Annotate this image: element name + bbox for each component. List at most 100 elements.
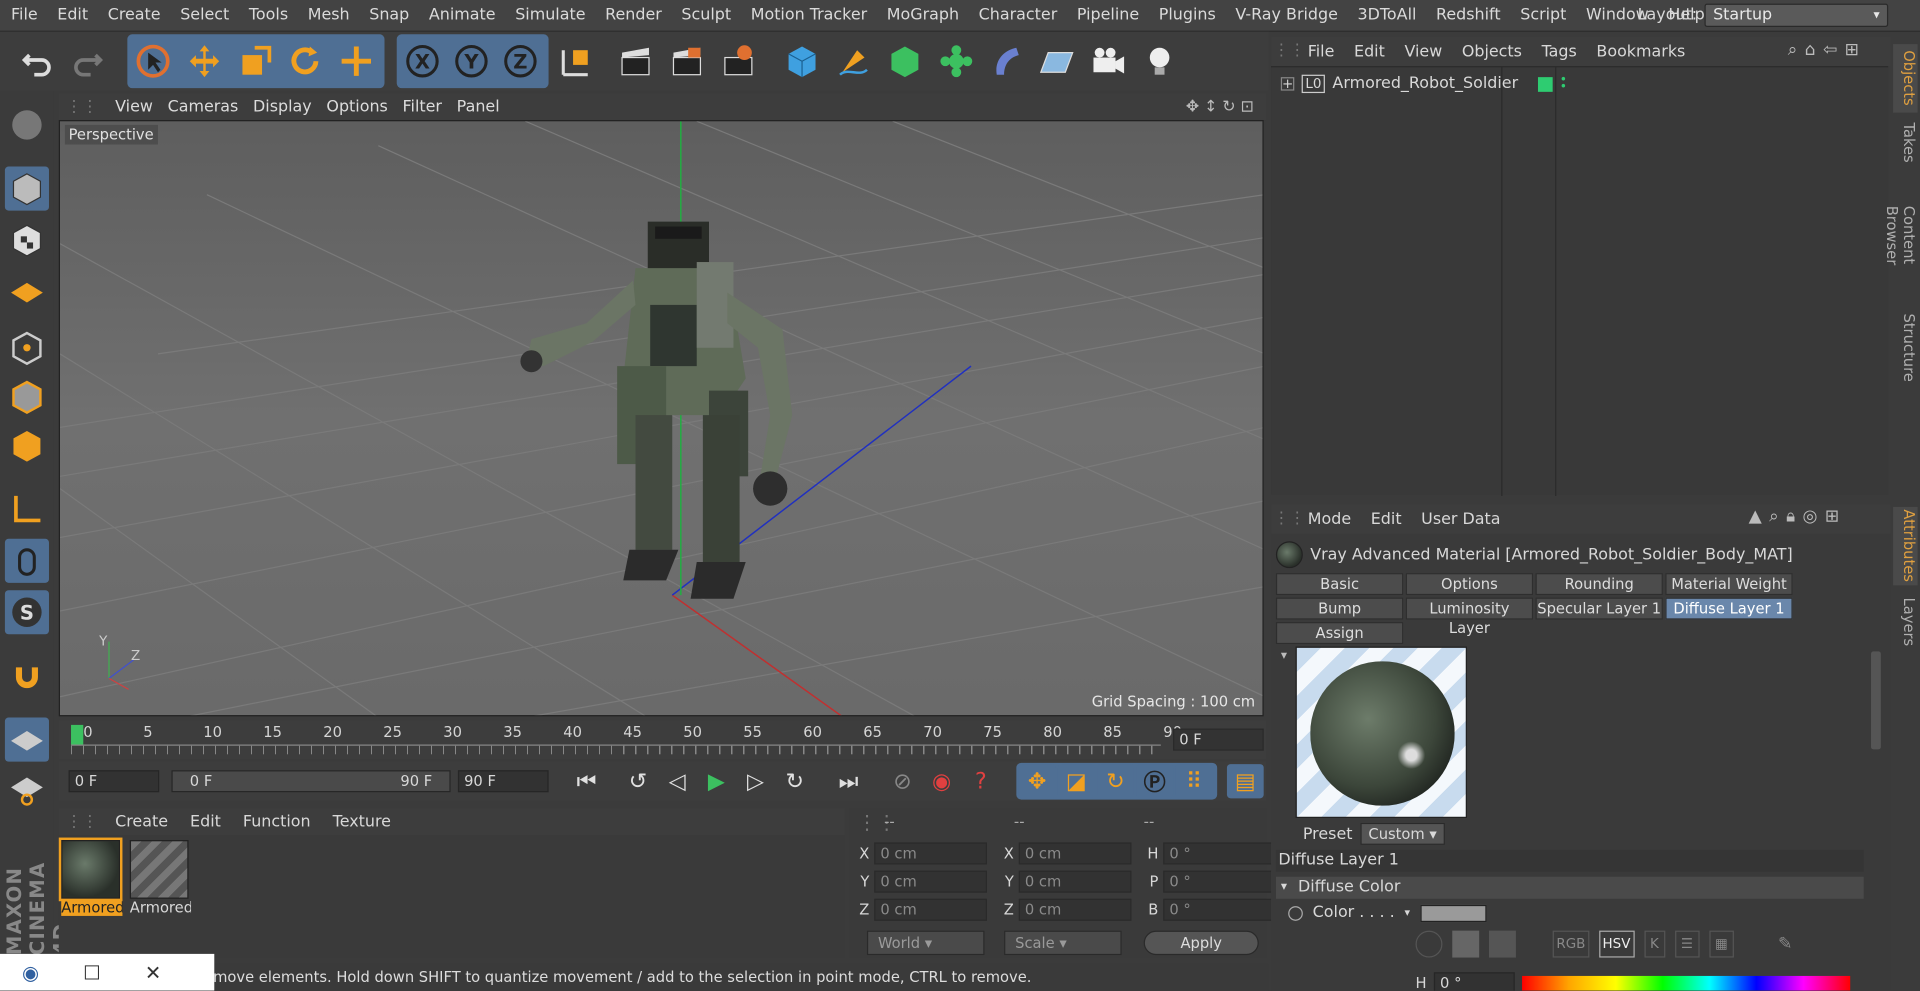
go-to-start-button[interactable]: ⏮	[568, 764, 605, 798]
menu-tools[interactable]: Tools	[239, 6, 298, 24]
menu-file[interactable]: File	[0, 6, 47, 24]
points-mode-button[interactable]	[5, 326, 49, 370]
coordinate-field[interactable]: 0 °	[1163, 898, 1276, 921]
collapse-arrow-icon[interactable]: ▾	[1281, 649, 1287, 662]
cube-button[interactable]	[779, 38, 826, 85]
coordinate-mode-dropdown[interactable]: World ▾	[866, 930, 985, 956]
viewport-menu-filter[interactable]: Filter	[403, 97, 457, 115]
new-panel-icon[interactable]: ⊞	[1825, 507, 1839, 527]
playhead-marker[interactable]	[71, 724, 84, 745]
light-button[interactable]	[1136, 38, 1183, 85]
z-axis-button[interactable]: Z	[497, 38, 544, 85]
color-swatch[interactable]	[1419, 904, 1486, 922]
coordinate-field[interactable]: 0 °	[1163, 842, 1276, 865]
frame-range-slider[interactable]: 0 F 90 F	[171, 770, 451, 793]
material-swatch-2[interactable]: Armored	[129, 840, 191, 921]
tab-options[interactable]: Options	[1405, 573, 1534, 596]
animate-radio-icon[interactable]	[1288, 905, 1303, 921]
perspective-viewport[interactable]: Y Z Perspective Grid Spacing : 100 cm	[58, 120, 1264, 717]
maximize-button[interactable]: ☐	[61, 961, 122, 984]
render-view-button[interactable]	[612, 38, 659, 85]
tab-luminosity-layer[interactable]: Luminosity Layer	[1405, 597, 1534, 637]
swatches-icon[interactable]: ▦	[1708, 930, 1734, 958]
make-editable-button[interactable]	[5, 103, 49, 147]
camera-button[interactable]	[1085, 38, 1132, 85]
material-preview[interactable]	[1295, 646, 1467, 818]
material-menu-edit[interactable]: Edit	[190, 812, 243, 830]
menu-mesh[interactable]: Mesh	[298, 6, 360, 24]
tab-bump[interactable]: Bump	[1275, 597, 1404, 620]
key-pla-button[interactable]: ⠿	[1175, 764, 1213, 799]
coordinate-field[interactable]: 0 cm	[1018, 870, 1132, 893]
viewport-menu-options[interactable]: Options	[326, 97, 402, 115]
search-icon[interactable]: ⌕	[1788, 40, 1798, 60]
tab-diffuse-layer-1[interactable]: Diffuse Layer 1	[1665, 597, 1793, 620]
scale-tool-button[interactable]	[233, 38, 280, 85]
objects-menu-edit[interactable]: Edit	[1354, 42, 1404, 60]
visibility-dots-icon[interactable]: • •	[1560, 73, 1567, 93]
render-to-picture-viewer-button[interactable]	[664, 38, 711, 85]
hue-slider[interactable]	[1522, 975, 1851, 991]
coordinate-field[interactable]: 0 cm	[874, 898, 987, 921]
back-icon[interactable]: ⇦	[1823, 40, 1837, 60]
diffuse-color-group[interactable]: ▾ Diffuse Color	[1275, 876, 1864, 899]
transform-tool-button[interactable]	[333, 38, 380, 85]
timeline-ruler[interactable]: 051015202530354045505560657075808590 0 F	[58, 720, 1267, 760]
menu-simulate[interactable]: Simulate	[505, 6, 595, 24]
expand-icon[interactable]: +	[1280, 77, 1295, 91]
texture-mode-button[interactable]	[5, 218, 49, 262]
select-tool-button[interactable]	[130, 38, 177, 85]
end-frame-field[interactable]: 90 F	[457, 770, 549, 793]
render-settings-button[interactable]	[715, 38, 762, 85]
spectrum-icon[interactable]	[1452, 930, 1480, 958]
layout-dropdown[interactable]: Startup ▾	[1704, 3, 1889, 27]
coordinate-field[interactable]: 0 cm	[874, 870, 987, 893]
search-icon[interactable]: ⌕	[1769, 507, 1779, 527]
side-tab-layers[interactable]: Layers	[1893, 595, 1917, 649]
redo-button[interactable]	[64, 38, 111, 85]
material-menu-function[interactable]: Function	[243, 812, 333, 830]
tweak-mode-button[interactable]	[4, 538, 49, 583]
subdivision-button[interactable]	[882, 38, 929, 85]
objects-menu-view[interactable]: View	[1404, 42, 1461, 60]
menu-pipeline[interactable]: Pipeline	[1067, 6, 1149, 24]
move-tool-button[interactable]	[181, 38, 228, 85]
planar-workplane-button[interactable]	[5, 767, 49, 811]
menu-create[interactable]: Create	[98, 6, 170, 24]
record-keys-button[interactable]: ⊘	[884, 764, 921, 798]
coordinate-field[interactable]: 0 cm	[874, 842, 987, 865]
previous-frame-button[interactable]: ◁	[659, 764, 696, 798]
menu-motion-tracker[interactable]: Motion Tracker	[741, 6, 877, 24]
side-tab-content-browser[interactable]: Content Browser	[1883, 176, 1917, 294]
material-menu-texture[interactable]: Texture	[333, 812, 413, 830]
side-tab-structure[interactable]: Structure	[1893, 313, 1917, 382]
mograph-cloner-button[interactable]	[933, 38, 980, 85]
attributes-scrollbar[interactable]	[1871, 651, 1881, 750]
pen-tool-button[interactable]	[830, 38, 877, 85]
side-tab-objects[interactable]: Objects	[1893, 44, 1918, 113]
mixer-icon[interactable]: ☰	[1674, 930, 1700, 958]
menu-script[interactable]: Script	[1510, 6, 1576, 24]
key-position-button[interactable]: ✥	[1018, 764, 1056, 799]
menu-3dtoall[interactable]: 3DToAll	[1348, 6, 1426, 24]
next-key-button[interactable]: ↻	[776, 764, 813, 798]
kelvin-mode-button[interactable]: K	[1643, 930, 1665, 958]
rotate-tool-button[interactable]	[282, 38, 329, 85]
material-menu-create[interactable]: Create	[115, 812, 190, 830]
objects-menu-tags[interactable]: Tags	[1542, 42, 1597, 60]
key-parameter-button[interactable]: Ⓟ	[1136, 764, 1174, 799]
viewport-menu-view[interactable]: View	[115, 97, 167, 115]
close-button[interactable]: ✕	[122, 961, 183, 984]
menu-animate[interactable]: Animate	[419, 6, 505, 24]
previous-key-button[interactable]: ↺	[620, 764, 657, 798]
tab-assign[interactable]: Assign	[1275, 622, 1404, 645]
viewport-menu-display[interactable]: Display	[253, 97, 326, 115]
menu-render[interactable]: Render	[595, 6, 671, 24]
go-to-end-button[interactable]: ⏭	[830, 764, 867, 798]
start-frame-field[interactable]: 0 F	[68, 770, 160, 793]
locked-workplane-button[interactable]	[4, 717, 49, 762]
menu-mograph[interactable]: MoGraph	[877, 6, 969, 24]
object-row[interactable]: + L0 Armored_Robot_Soldier • •	[1280, 73, 1567, 94]
side-tab-attributes[interactable]: Attributes	[1893, 506, 1918, 586]
new-panel-icon[interactable]: ⊞	[1845, 40, 1859, 60]
